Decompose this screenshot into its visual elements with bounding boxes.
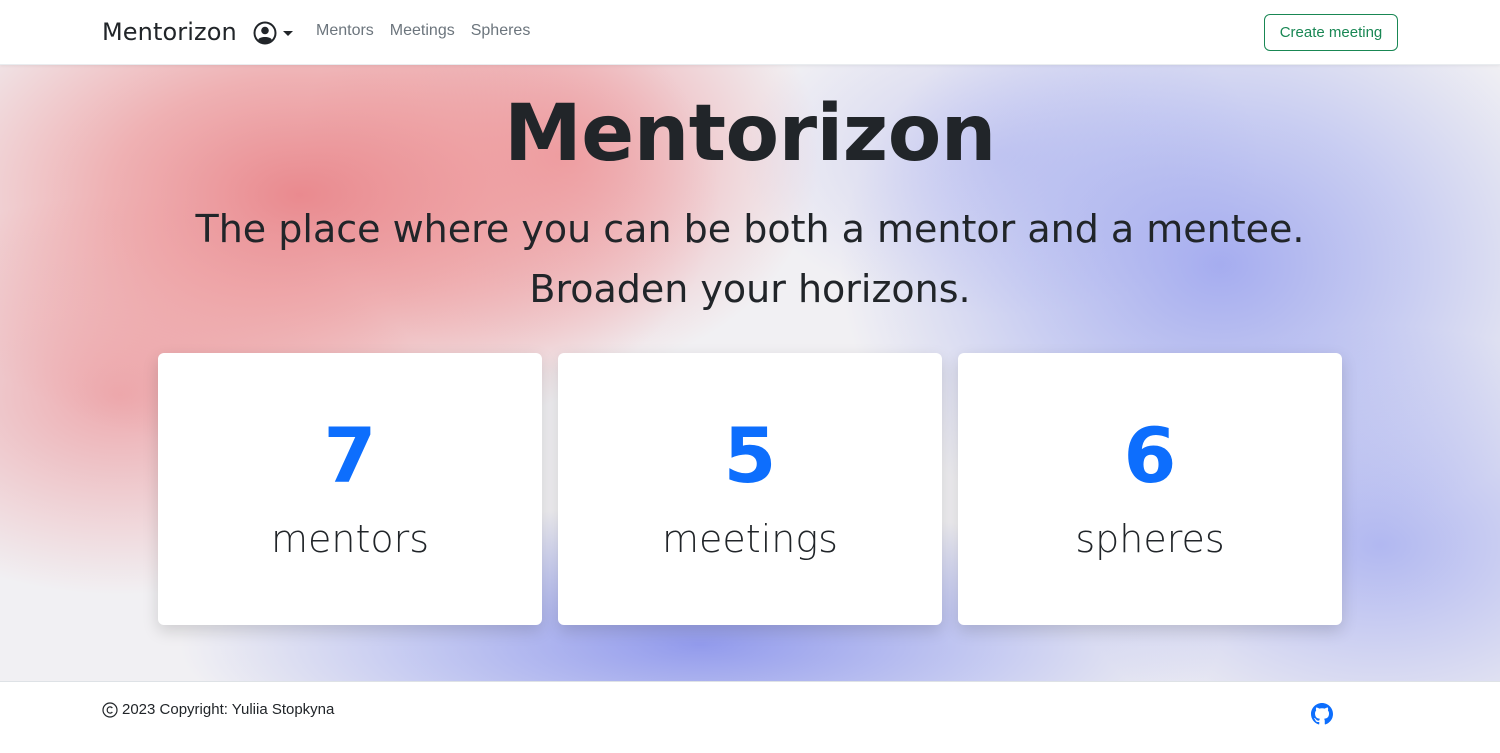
stat-label-meetings: meetings — [662, 517, 838, 561]
stat-card-mentors: 7 mentors — [158, 353, 542, 625]
hero-subtitle-line2: Broaden your horizons. — [529, 267, 971, 311]
stat-card-spheres: 6 spheres — [958, 353, 1342, 625]
copyright-text: 2023 Copyright: Yuliia Stopkyna — [122, 701, 335, 718]
stat-card-meetings: 5 meetings — [558, 353, 942, 625]
copyright: 2023 Copyright: Yuliia Stopkyna — [102, 701, 334, 718]
nav-link-meetings[interactable]: Meetings — [390, 22, 455, 40]
brand-link[interactable]: Mentorizon — [102, 18, 237, 46]
stat-value-spheres: 6 — [1123, 411, 1177, 500]
nav-links: Mentors Meetings Spheres — [316, 22, 530, 40]
nav-link-spheres[interactable]: Spheres — [471, 22, 531, 40]
hero-section: Mentorizon The place where you can be bo… — [0, 65, 1500, 681]
nav-link-mentors[interactable]: Mentors — [316, 22, 374, 40]
navbar: Mentorizon Mentors Meetings Spheres Crea… — [0, 0, 1500, 65]
github-link[interactable] — [1311, 703, 1333, 725]
stat-value-meetings: 5 — [723, 411, 777, 500]
user-circle-icon — [253, 21, 277, 45]
hero-title: Mentorizon — [504, 89, 996, 179]
stat-value-mentors: 7 — [323, 411, 377, 500]
github-icon — [1311, 703, 1333, 725]
create-meeting-button[interactable]: Create meeting — [1264, 14, 1398, 51]
stat-label-mentors: mentors — [270, 517, 430, 561]
chevron-down-icon — [283, 30, 293, 36]
stat-label-spheres: spheres — [1075, 517, 1225, 561]
footer: 2023 Copyright: Yuliia Stopkyna — [0, 681, 1500, 753]
user-menu-toggle[interactable] — [253, 20, 293, 46]
copyright-icon — [102, 701, 118, 718]
hero-subtitle-line1: The place where you can be both a mentor… — [195, 207, 1305, 251]
